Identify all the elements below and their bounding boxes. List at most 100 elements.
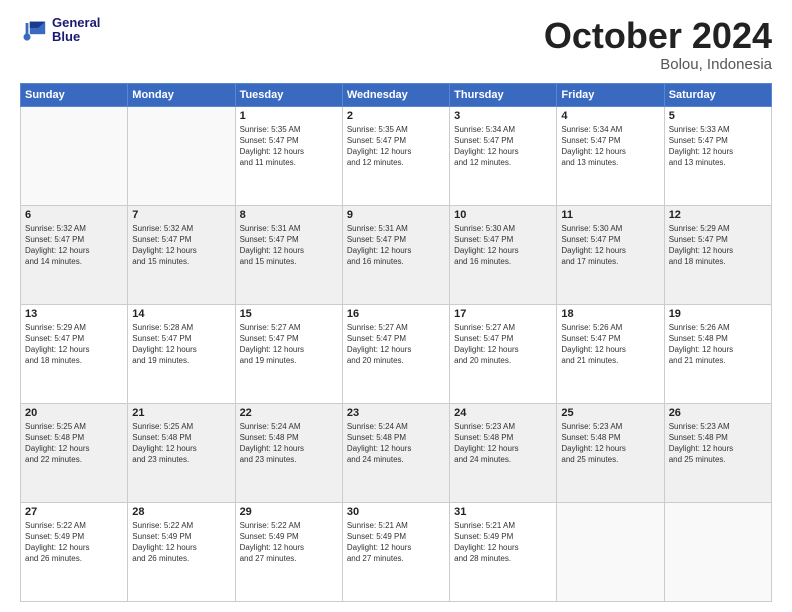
day-number: 10: [454, 209, 552, 221]
calendar-cell: 30 Sunrise: 5:21 AM Sunset: 5:49 PM Dayli…: [342, 502, 449, 601]
calendar-cell: 13 Sunrise: 5:29 AM Sunset: 5:47 PM Dayli…: [21, 304, 128, 403]
calendar-cell: 6 Sunrise: 5:32 AM Sunset: 5:47 PM Daylig…: [21, 205, 128, 304]
day-number: 2: [347, 110, 445, 122]
calendar-cell: 18 Sunrise: 5:26 AM Sunset: 5:47 PM Dayli…: [557, 304, 664, 403]
calendar-week-row: 20 Sunrise: 5:25 AM Sunset: 5:48 PM Dayli…: [21, 403, 772, 502]
calendar-cell: 27 Sunrise: 5:22 AM Sunset: 5:49 PM Dayli…: [21, 502, 128, 601]
calendar-cell: 25 Sunrise: 5:23 AM Sunset: 5:48 PM Dayli…: [557, 403, 664, 502]
calendar-cell: 29Sunrise: 5:22 AM Sunset: 5:49 PM Dayli…: [235, 502, 342, 601]
day-number: 1: [240, 110, 338, 122]
calendar-cell: [557, 502, 664, 601]
day-info: Sunrise: 5:30 AM Sunset: 5:47 PM Dayligh…: [561, 223, 659, 268]
day-info: Sunrise: 5:32 AM Sunset: 5:47 PM Dayligh…: [25, 223, 123, 268]
day-number: 14: [132, 308, 230, 320]
day-number: 5: [669, 110, 767, 122]
month-title: October 2024: [544, 16, 772, 56]
day-number: 8: [240, 209, 338, 221]
weekday-header: Saturday: [664, 83, 771, 106]
logo-line2: Blue: [52, 30, 100, 44]
calendar-cell: 14 Sunrise: 5:28 AM Sunset: 5:47 PM Dayli…: [128, 304, 235, 403]
calendar-cell: 2 Sunrise: 5:35 AM Sunset: 5:47 PM Daylig…: [342, 106, 449, 205]
calendar-cell: [21, 106, 128, 205]
calendar-cell: 7 Sunrise: 5:32 AM Sunset: 5:47 PM Daylig…: [128, 205, 235, 304]
day-number: 21: [132, 407, 230, 419]
day-info: Sunrise: 5:35 AM Sunset: 5:47 PM Dayligh…: [347, 124, 445, 169]
day-info: Sunrise: 5:29 AM Sunset: 5:47 PM Dayligh…: [25, 322, 123, 367]
day-info: Sunrise: 5:26 AM Sunset: 5:47 PM Dayligh…: [561, 322, 659, 367]
calendar-cell: 4 Sunrise: 5:34 AM Sunset: 5:47 PM Daylig…: [557, 106, 664, 205]
calendar-cell: 31Sunrise: 5:21 AM Sunset: 5:49 PM Dayli…: [450, 502, 557, 601]
day-info: Sunrise: 5:27 AM Sunset: 5:47 PM Dayligh…: [240, 322, 338, 367]
logo-text: General Blue: [52, 16, 100, 45]
day-info: Sunrise: 5:25 AM Sunset: 5:48 PM Dayligh…: [25, 421, 123, 466]
calendar-cell: 17Sunrise: 5:27 AM Sunset: 5:47 PM Dayli…: [450, 304, 557, 403]
day-number: 6: [25, 209, 123, 221]
day-info: Sunrise: 5:31 AM Sunset: 5:47 PM Dayligh…: [240, 223, 338, 268]
calendar-week-row: 6 Sunrise: 5:32 AM Sunset: 5:47 PM Daylig…: [21, 205, 772, 304]
day-info: Sunrise: 5:22 AM Sunset: 5:49 PM Dayligh…: [25, 520, 123, 565]
header: General Blue October 2024 Bolou, Indones…: [20, 16, 772, 73]
logo: General Blue: [20, 16, 100, 45]
day-number: 27: [25, 506, 123, 518]
day-number: 7: [132, 209, 230, 221]
logo-line1: General: [52, 16, 100, 30]
calendar-cell: 1 Sunrise: 5:35 AM Sunset: 5:47 PM Daylig…: [235, 106, 342, 205]
weekday-header: Wednesday: [342, 83, 449, 106]
day-info: Sunrise: 5:26 AM Sunset: 5:48 PM Dayligh…: [669, 322, 767, 367]
day-info: Sunrise: 5:32 AM Sunset: 5:47 PM Dayligh…: [132, 223, 230, 268]
weekday-header: Thursday: [450, 83, 557, 106]
calendar-cell: 22 Sunrise: 5:24 AM Sunset: 5:48 PM Dayli…: [235, 403, 342, 502]
day-info: Sunrise: 5:23 AM Sunset: 5:48 PM Dayligh…: [561, 421, 659, 466]
day-number: 22: [240, 407, 338, 419]
day-info: Sunrise: 5:29 AM Sunset: 5:47 PM Dayligh…: [669, 223, 767, 268]
day-info: Sunrise: 5:33 AM Sunset: 5:47 PM Dayligh…: [669, 124, 767, 169]
calendar-week-row: 27 Sunrise: 5:22 AM Sunset: 5:49 PM Dayli…: [21, 502, 772, 601]
calendar-cell: 24Sunrise: 5:23 AM Sunset: 5:48 PM Dayli…: [450, 403, 557, 502]
calendar-cell: 11 Sunrise: 5:30 AM Sunset: 5:47 PM Dayli…: [557, 205, 664, 304]
weekday-header: Friday: [557, 83, 664, 106]
calendar-cell: 19Sunrise: 5:26 AM Sunset: 5:48 PM Dayli…: [664, 304, 771, 403]
day-info: Sunrise: 5:27 AM Sunset: 5:47 PM Dayligh…: [454, 322, 552, 367]
page: General Blue October 2024 Bolou, Indones…: [0, 0, 792, 612]
day-info: Sunrise: 5:27 AM Sunset: 5:47 PM Dayligh…: [347, 322, 445, 367]
calendar-cell: 5 Sunrise: 5:33 AM Sunset: 5:47 PM Daylig…: [664, 106, 771, 205]
day-number: 4: [561, 110, 659, 122]
day-number: 26: [669, 407, 767, 419]
day-info: Sunrise: 5:28 AM Sunset: 5:47 PM Dayligh…: [132, 322, 230, 367]
day-info: Sunrise: 5:24 AM Sunset: 5:48 PM Dayligh…: [240, 421, 338, 466]
location: Bolou, Indonesia: [544, 56, 772, 73]
day-number: 3: [454, 110, 552, 122]
day-number: 23: [347, 407, 445, 419]
day-info: Sunrise: 5:24 AM Sunset: 5:48 PM Dayligh…: [347, 421, 445, 466]
day-number: 30: [347, 506, 445, 518]
calendar-table: SundayMondayTuesdayWednesdayThursdayFrid…: [20, 83, 772, 602]
day-info: Sunrise: 5:30 AM Sunset: 5:47 PM Dayligh…: [454, 223, 552, 268]
day-info: Sunrise: 5:35 AM Sunset: 5:47 PM Dayligh…: [240, 124, 338, 169]
day-info: Sunrise: 5:31 AM Sunset: 5:47 PM Dayligh…: [347, 223, 445, 268]
day-info: Sunrise: 5:21 AM Sunset: 5:49 PM Dayligh…: [347, 520, 445, 565]
calendar-cell: 8 Sunrise: 5:31 AM Sunset: 5:47 PM Daylig…: [235, 205, 342, 304]
day-info: Sunrise: 5:34 AM Sunset: 5:47 PM Dayligh…: [454, 124, 552, 169]
day-number: 16: [347, 308, 445, 320]
day-number: 25: [561, 407, 659, 419]
day-number: 20: [25, 407, 123, 419]
day-info: Sunrise: 5:22 AM Sunset: 5:49 PM Dayligh…: [132, 520, 230, 565]
calendar-cell: 28 Sunrise: 5:22 AM Sunset: 5:49 PM Dayli…: [128, 502, 235, 601]
day-number: 9: [347, 209, 445, 221]
day-number: 15: [240, 308, 338, 320]
day-info: Sunrise: 5:34 AM Sunset: 5:47 PM Dayligh…: [561, 124, 659, 169]
calendar-cell: 15 Sunrise: 5:27 AM Sunset: 5:47 PM Dayli…: [235, 304, 342, 403]
day-number: 13: [25, 308, 123, 320]
calendar-cell: [128, 106, 235, 205]
calendar-week-row: 1 Sunrise: 5:35 AM Sunset: 5:47 PM Daylig…: [21, 106, 772, 205]
day-number: 18: [561, 308, 659, 320]
day-info: Sunrise: 5:21 AM Sunset: 5:49 PM Dayligh…: [454, 520, 552, 565]
logo-icon: [20, 16, 48, 44]
weekday-header: Tuesday: [235, 83, 342, 106]
day-number: 12: [669, 209, 767, 221]
calendar-cell: 3 Sunrise: 5:34 AM Sunset: 5:47 PM Daylig…: [450, 106, 557, 205]
calendar-cell: [664, 502, 771, 601]
calendar-cell: 12 Sunrise: 5:29 AM Sunset: 5:47 PM Dayli…: [664, 205, 771, 304]
day-number: 28: [132, 506, 230, 518]
day-number: 11: [561, 209, 659, 221]
